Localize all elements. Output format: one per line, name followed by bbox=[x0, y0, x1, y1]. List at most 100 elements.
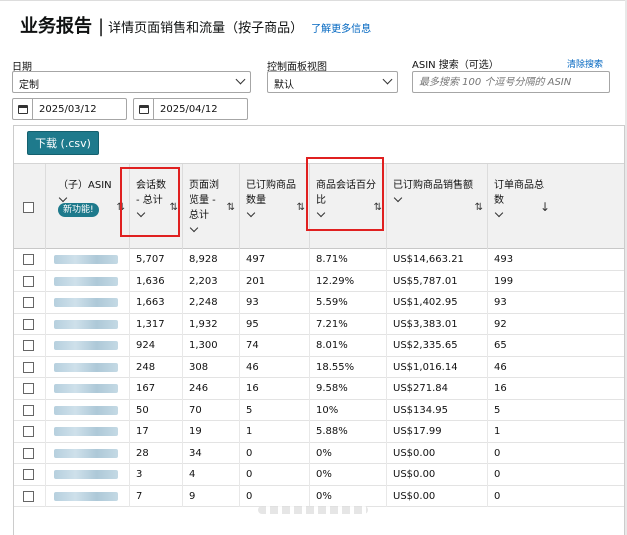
redacted-asin bbox=[54, 491, 118, 501]
sales-cell: US$17.99 bbox=[386, 421, 487, 443]
units-cell: 95 bbox=[239, 313, 309, 335]
redacted-asin bbox=[54, 255, 118, 264]
column-header-sales[interactable]: 已订购商品销售额 ⇅ bbox=[386, 164, 487, 250]
pct-cell: 8.01% bbox=[309, 335, 386, 357]
chevron-down-icon bbox=[382, 74, 393, 85]
table-row: 5,707 8,928 497 8.71% US$14,663.21 493 bbox=[14, 249, 624, 271]
asin-search-label: ASIN 搜索（可选） bbox=[412, 60, 499, 71]
orders-cell: 16 bbox=[487, 378, 624, 400]
units-cell: 74 bbox=[239, 335, 309, 357]
row-checkbox[interactable] bbox=[23, 254, 34, 265]
row-select-cell bbox=[14, 378, 45, 400]
chevron-down-icon[interactable] bbox=[246, 208, 256, 218]
row-checkbox[interactable] bbox=[23, 469, 34, 480]
sales-cell: US$1,402.95 bbox=[386, 292, 487, 314]
redacted-asin bbox=[54, 427, 118, 436]
row-checkbox[interactable] bbox=[23, 404, 34, 416]
dashboard-view-select[interactable]: 默认 bbox=[267, 71, 398, 93]
row-checkbox[interactable] bbox=[23, 275, 34, 287]
start-date-field[interactable]: 2025/03/12 bbox=[12, 98, 127, 120]
sort-icon[interactable]: ⇅ bbox=[475, 200, 483, 215]
sessions-cell: 50 bbox=[129, 399, 182, 421]
sort-icon[interactable]: ⇅ bbox=[297, 200, 305, 215]
calendar-icon[interactable] bbox=[134, 99, 154, 119]
sales-cell: US$134.95 bbox=[386, 399, 487, 421]
calendar-icon[interactable] bbox=[13, 99, 33, 119]
orders-cell: 5 bbox=[487, 399, 624, 421]
chevron-down-icon[interactable] bbox=[189, 223, 199, 233]
row-checkbox[interactable] bbox=[23, 426, 34, 437]
download-csv-button[interactable]: 下载 (.csv) bbox=[27, 131, 99, 155]
date-range-value: 定制 bbox=[19, 80, 39, 91]
table-row: 924 1,300 74 8.01% US$2,335.65 65 bbox=[14, 335, 624, 357]
chevron-down-icon[interactable] bbox=[494, 208, 504, 218]
row-checkbox[interactable] bbox=[23, 318, 34, 330]
row-checkbox[interactable] bbox=[23, 297, 34, 308]
date-range-select[interactable]: 定制 bbox=[12, 71, 251, 93]
sort-desc-icon[interactable]: ↓ bbox=[540, 200, 550, 215]
column-header-pageviews[interactable]: 页面浏览量 - 总计 ⇅ bbox=[182, 164, 239, 250]
sales-header-label: 已订购商品销售额 bbox=[393, 180, 473, 191]
sessions-cell: 1,636 bbox=[129, 270, 182, 292]
pageviews-cell: 70 bbox=[182, 399, 239, 421]
sessions-cell: 167 bbox=[129, 378, 182, 400]
end-date-field[interactable]: 2025/04/12 bbox=[133, 98, 248, 120]
pageviews-cell: 308 bbox=[182, 356, 239, 378]
row-select-cell bbox=[14, 357, 45, 379]
table-row: 50 70 5 10% US$134.95 5 bbox=[14, 399, 624, 421]
row-checkbox[interactable] bbox=[23, 361, 34, 373]
chevron-down-icon[interactable] bbox=[393, 193, 403, 203]
table-row: 7 9 0 0% US$0.00 0 bbox=[14, 485, 624, 508]
sessions-cell: 924 bbox=[129, 335, 182, 357]
page-title: 业务报告 bbox=[20, 16, 92, 37]
column-header-units[interactable]: 已订购商品数量 ⇅ bbox=[239, 164, 309, 250]
table-row: 1,317 1,932 95 7.21% US$3,383.01 92 bbox=[14, 313, 624, 336]
row-checkbox[interactable] bbox=[23, 383, 34, 394]
sort-icon[interactable]: ⇅ bbox=[227, 200, 235, 215]
sessions-cell: 3 bbox=[129, 464, 182, 486]
table-row: 17 19 1 5.88% US$17.99 1 bbox=[14, 421, 624, 443]
page-subtitle: 详情页面销售和流量（按子商品） bbox=[108, 21, 304, 36]
units-cell: 201 bbox=[239, 270, 309, 292]
units-cell: 46 bbox=[239, 356, 309, 378]
redacted-asin bbox=[54, 448, 118, 458]
row-checkbox[interactable] bbox=[23, 340, 34, 351]
row-checkbox[interactable] bbox=[23, 490, 34, 502]
pct-cell: 8.71% bbox=[309, 249, 386, 271]
pageviews-cell: 34 bbox=[182, 442, 239, 464]
new-feature-badge: 新功能! bbox=[58, 203, 99, 217]
learn-more-link[interactable]: 了解更多信息 bbox=[311, 20, 371, 35]
asin-search-input[interactable] bbox=[412, 71, 610, 93]
row-select-cell bbox=[14, 314, 45, 336]
select-all-cell bbox=[14, 164, 45, 250]
table-row: 1,663 2,248 93 5.59% US$1,402.95 93 bbox=[14, 292, 624, 314]
clear-search-link[interactable]: 清除搜索 bbox=[567, 57, 603, 70]
table-row: 167 246 16 9.58% US$271.84 16 bbox=[14, 378, 624, 400]
top-border bbox=[0, 0, 627, 4]
sales-cell: US$2,335.65 bbox=[386, 335, 487, 357]
chevron-down-icon[interactable] bbox=[58, 193, 68, 203]
units-cell: 5 bbox=[239, 399, 309, 421]
pct-cell: 10% bbox=[309, 399, 386, 421]
pageviews-cell: 2,203 bbox=[182, 270, 239, 292]
sales-cell: US$0.00 bbox=[386, 464, 487, 486]
pageviews-cell: 4 bbox=[182, 464, 239, 486]
row-checkbox[interactable] bbox=[23, 447, 34, 459]
highlight-box-session-pct bbox=[306, 157, 384, 231]
select-all-checkbox[interactable] bbox=[23, 202, 34, 213]
row-select-cell bbox=[14, 486, 45, 508]
sales-cell: US$5,787.01 bbox=[386, 270, 487, 292]
orders-cell: 199 bbox=[487, 270, 624, 292]
redacted-asin bbox=[54, 319, 118, 329]
pct-cell: 12.29% bbox=[309, 270, 386, 292]
pageviews-cell: 246 bbox=[182, 378, 239, 400]
column-header-orders[interactable]: 订单商品总数 ↓ bbox=[487, 164, 624, 250]
column-header-asin[interactable]: （子）ASIN 新功能! ⇅ bbox=[45, 164, 129, 250]
pct-cell: 0% bbox=[309, 485, 386, 507]
table-row: 248 308 46 18.55% US$1,016.14 46 bbox=[14, 356, 624, 379]
sessions-cell: 28 bbox=[129, 442, 182, 464]
table-row: 3 4 0 0% US$0.00 0 bbox=[14, 464, 624, 486]
units-cell: 0 bbox=[239, 464, 309, 486]
horizontal-scrollbar[interactable] bbox=[258, 506, 368, 514]
orders-cell: 0 bbox=[487, 485, 624, 507]
